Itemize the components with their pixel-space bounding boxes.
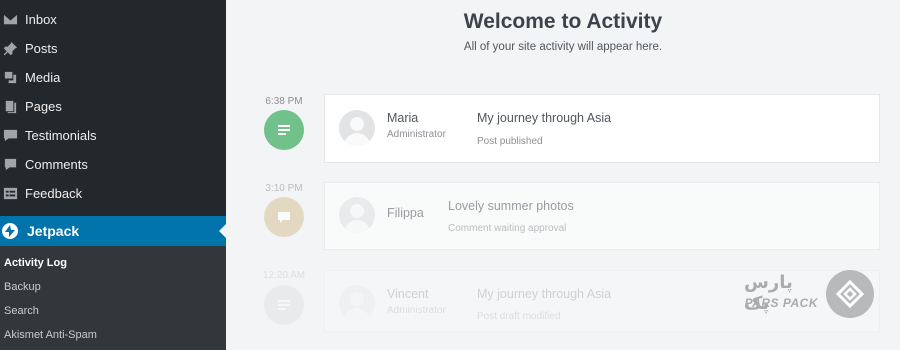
testimonial-icon xyxy=(2,128,18,144)
event-type-badge xyxy=(264,197,304,237)
sidebar-item-feedback[interactable]: Feedback xyxy=(0,179,226,208)
event-description: Comment waiting approval xyxy=(448,223,567,234)
page-subtitle: All of your site activity will appear he… xyxy=(463,41,663,53)
active-indicator-arrow xyxy=(219,224,226,238)
event-time: 3:10 PM xyxy=(265,183,303,194)
comment-icon xyxy=(2,157,18,173)
event-description: Post published xyxy=(477,136,543,147)
sidebar-item-comments[interactable]: Comments xyxy=(0,150,226,179)
sidebar-item-jetpack[interactable]: Jetpack xyxy=(0,216,226,246)
sidebar-item-testimonials[interactable]: Testimonials xyxy=(0,121,226,150)
event-type-badge xyxy=(264,110,304,150)
event-title[interactable]: My journey through Asia xyxy=(477,111,611,125)
sidebar-item-label: Feedback xyxy=(25,186,83,201)
watermark-text-en: PARS PACK xyxy=(744,296,818,310)
event-time: 6:38 PM xyxy=(265,96,303,107)
admin-sidebar: Inbox Posts Media Pages Testimonials Com… xyxy=(0,0,226,350)
sidebar-item-inbox[interactable]: Inbox xyxy=(0,5,226,34)
pushpin-icon xyxy=(2,41,18,57)
envelope-icon xyxy=(2,12,18,28)
activity-card[interactable]: Maria Administrator My journey through A… xyxy=(324,94,880,163)
pages-icon xyxy=(2,99,18,115)
event-type-badge xyxy=(264,285,304,325)
event-actor-role: Administrator xyxy=(387,129,446,140)
comment-icon xyxy=(278,212,290,223)
event-actor: Filippa xyxy=(387,206,424,220)
feedback-icon xyxy=(2,186,18,202)
post-icon xyxy=(278,300,290,310)
sidebar-item-label: Media xyxy=(25,70,61,85)
sidebar-item-pages[interactable]: Pages xyxy=(0,92,226,121)
post-icon xyxy=(278,125,290,135)
avatar xyxy=(339,197,375,233)
submenu-item-search[interactable]: Search xyxy=(4,305,39,317)
event-description: Post draft modified xyxy=(477,311,561,322)
avatar xyxy=(339,110,375,146)
sidebar-item-label: Testimonials xyxy=(25,128,97,143)
page-title: Welcome to Activity xyxy=(463,10,663,33)
avatar xyxy=(339,285,375,321)
event-title[interactable]: My journey through Asia xyxy=(477,287,611,301)
sidebar-item-label: Inbox xyxy=(25,12,57,27)
submenu-item-activity-log[interactable]: Activity Log xyxy=(4,257,67,269)
event-actor-role: Administrator xyxy=(387,305,446,316)
sidebar-item-label: Pages xyxy=(25,99,62,114)
event-actor: Vincent xyxy=(387,287,429,301)
parspack-logo-icon xyxy=(826,270,874,318)
sidebar-item-label: Comments xyxy=(25,157,88,172)
sidebar-item-media[interactable]: Media xyxy=(0,63,226,92)
sidebar-item-label: Posts xyxy=(25,41,58,56)
media-icon xyxy=(2,70,18,86)
submenu-item-backup[interactable]: Backup xyxy=(4,281,41,293)
sidebar-item-label: Jetpack xyxy=(27,223,80,239)
sidebar-item-posts[interactable]: Posts xyxy=(0,34,226,63)
event-title[interactable]: Lovely summer photos xyxy=(448,199,574,213)
event-actor: Maria xyxy=(387,111,419,125)
activity-card[interactable]: Filippa Lovely summer photos Comment wai… xyxy=(324,182,880,250)
parspack-watermark: پارس پک PARS PACK xyxy=(744,270,874,324)
submenu-item-akismet[interactable]: Akismet Anti-Spam xyxy=(4,329,97,341)
jetpack-submenu: Activity Log Backup Search Akismet Anti-… xyxy=(0,246,226,350)
jetpack-icon xyxy=(2,223,18,239)
event-time: 12:20 AM xyxy=(262,270,306,281)
